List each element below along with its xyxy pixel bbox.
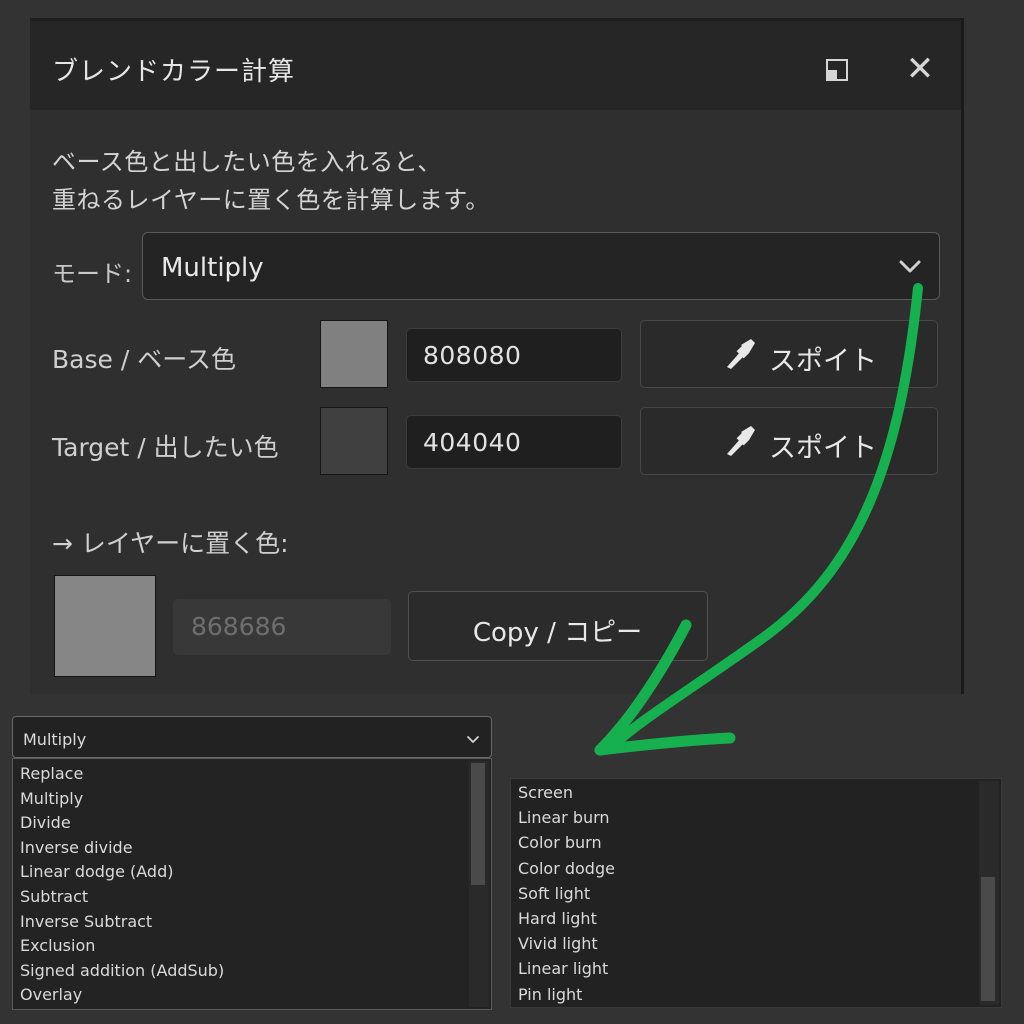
dropdown-list-scrolled: Screen Linear burn Color burn Color dodge So… xyxy=(510,778,1002,1008)
dropdown-selected-value: Multiply xyxy=(23,730,87,749)
dropdown-option[interactable]: Inverse divide xyxy=(20,838,133,862)
base-hex-value: 808080 xyxy=(423,341,522,370)
dropdown-option[interactable]: Color burn xyxy=(518,833,602,857)
mode-selected-value: Multiply xyxy=(161,253,264,283)
result-color-swatch xyxy=(54,575,156,677)
dropdown-option[interactable]: Overlay xyxy=(20,985,82,1009)
close-icon[interactable]: ✕ xyxy=(900,49,940,89)
dropdown-option[interactable]: Subtract xyxy=(20,887,88,911)
dropdown-option[interactable]: Pin light xyxy=(518,985,582,1009)
dropdown-option[interactable]: Color dodge xyxy=(518,859,615,883)
result-hex-field: 868686 xyxy=(173,599,391,655)
dropdown-option[interactable]: Replace xyxy=(20,764,83,788)
dropdown-option[interactable]: Vivid light xyxy=(518,934,598,958)
target-hex-value: 404040 xyxy=(423,428,522,457)
dropdown-option[interactable]: Signed addition (AddSub) xyxy=(20,961,224,985)
base-color-label: Base / ベース色 xyxy=(52,345,236,374)
target-color-swatch[interactable] xyxy=(320,407,388,475)
dropdown-option[interactable]: Multiply xyxy=(20,789,83,813)
scrollbar[interactable] xyxy=(979,781,999,1005)
scrollbar-thumb[interactable] xyxy=(471,763,485,885)
mode-dropdown-combo[interactable]: Multiply xyxy=(12,716,492,758)
dropdown-option[interactable]: Screen xyxy=(518,783,573,807)
result-hex-value: 868686 xyxy=(191,612,287,641)
result-label: → レイヤーに置く色: xyxy=(52,529,289,558)
dropdown-option[interactable]: Exclusion xyxy=(20,936,95,960)
restore-window-icon[interactable] xyxy=(822,55,852,85)
dialog-title: ブレンドカラー計算 xyxy=(52,57,296,87)
base-color-swatch[interactable] xyxy=(320,320,388,388)
dropdown-option[interactable]: Hard light xyxy=(518,909,597,933)
dropdown-option[interactable]: Divide xyxy=(20,813,71,837)
target-color-label: Target / 出したい色 xyxy=(52,433,279,462)
description-line-1: ベース色と出したい色を入れると、 xyxy=(52,148,442,176)
dropdown-option[interactable]: Soft light xyxy=(518,884,590,908)
dropdown-option[interactable]: Linear dodge (Add) xyxy=(20,862,173,886)
dropdown-option[interactable]: Linear burn xyxy=(518,808,610,832)
dropdown-option[interactable]: Inverse Subtract xyxy=(20,912,152,936)
description-line-2: 重ねるレイヤーに置く色を計算します。 xyxy=(52,186,490,214)
mode-label: モード: xyxy=(52,260,133,288)
chevron-down-icon xyxy=(465,731,481,747)
dropdown-option[interactable]: Linear light xyxy=(518,959,608,983)
dropdown-list-top: Replace Multiply Divide Inverse divide Linea… xyxy=(12,758,492,1010)
scrollbar[interactable] xyxy=(469,761,489,1007)
scrollbar-thumb[interactable] xyxy=(981,877,995,1001)
chevron-down-icon xyxy=(895,251,925,281)
green-arrow-annotation xyxy=(560,280,940,780)
title-bar: ブレンドカラー計算 ✕ xyxy=(30,18,961,110)
